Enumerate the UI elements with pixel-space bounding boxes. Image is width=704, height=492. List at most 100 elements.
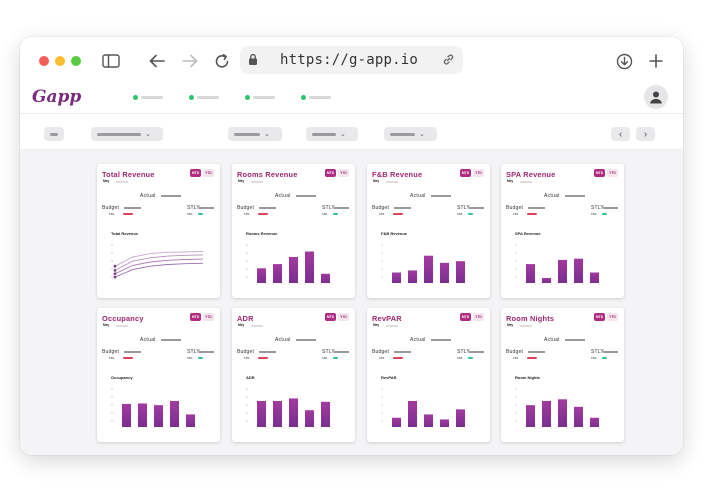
stly-value bbox=[199, 207, 214, 209]
ytd-toggle[interactable]: YTD bbox=[203, 313, 214, 321]
actual-value bbox=[161, 339, 181, 341]
maximize-window-button[interactable] bbox=[71, 56, 81, 66]
chevron-down-icon: ⌄ bbox=[264, 130, 270, 138]
budget-label: Budget bbox=[102, 205, 120, 211]
period-selector[interactable]: Mey bbox=[237, 323, 263, 329]
back-arrow-icon[interactable] bbox=[147, 51, 167, 71]
chevron-left-icon: ‹ bbox=[618, 128, 623, 140]
period-selector[interactable]: Mey bbox=[102, 179, 128, 185]
actual-label: Actual bbox=[544, 337, 560, 343]
stly-tag: KBF bbox=[591, 212, 597, 216]
stly-value bbox=[334, 207, 349, 209]
period-toggle: MTD YTD bbox=[190, 169, 214, 177]
close-window-button[interactable] bbox=[39, 56, 49, 66]
mtd-toggle[interactable]: MTD bbox=[594, 313, 605, 321]
ytd-toggle[interactable]: YTD bbox=[338, 169, 349, 177]
ytd-toggle[interactable]: YTD bbox=[473, 313, 484, 321]
stly-variance-bar bbox=[198, 357, 203, 359]
filter-dropdown[interactable]: ⌄ bbox=[306, 127, 358, 141]
budget-label: Budget bbox=[506, 349, 524, 355]
ytd-toggle[interactable]: YTD bbox=[607, 313, 618, 321]
budget-tag: KBF bbox=[379, 356, 385, 360]
chart-bar bbox=[542, 400, 551, 427]
chevron-down-icon: ⌄ bbox=[419, 130, 425, 138]
ytd-toggle[interactable]: YTD bbox=[607, 169, 618, 177]
card-title: SPA Revenue bbox=[506, 170, 556, 179]
download-icon[interactable] bbox=[614, 51, 634, 71]
mtd-toggle[interactable]: MTD bbox=[325, 169, 336, 177]
kpi-card[interactable]: RevPAR Mey MTD YTD Actual Budget STLY KB… bbox=[367, 308, 490, 442]
new-tab-plus-icon[interactable] bbox=[646, 51, 666, 71]
app-logo[interactable]: Gapp bbox=[32, 87, 81, 107]
mtd-toggle[interactable]: MTD bbox=[190, 313, 201, 321]
mtd-toggle[interactable]: MTD bbox=[325, 313, 336, 321]
filter-dropdown[interactable]: ⌄ bbox=[228, 127, 282, 141]
ytd-toggle[interactable]: YTD bbox=[473, 169, 484, 177]
filter-dropdown[interactable]: ⌄ bbox=[384, 127, 437, 141]
kpi-card[interactable]: Rooms Revenue Mey MTD YTD Actual Budget … bbox=[232, 164, 355, 298]
reload-icon[interactable] bbox=[212, 51, 232, 71]
kpi-card[interactable]: Room Nights Mey MTD YTD Actual Budget ST… bbox=[501, 308, 624, 442]
link-icon[interactable] bbox=[442, 53, 455, 71]
mini-chart bbox=[381, 244, 465, 283]
period-selector[interactable]: Mey bbox=[372, 323, 398, 329]
mini-chart bbox=[246, 388, 330, 427]
stly-variance-bar bbox=[602, 357, 607, 359]
forward-arrow-icon[interactable] bbox=[180, 51, 200, 71]
period-selector[interactable]: Mey bbox=[506, 323, 532, 329]
ytd-toggle[interactable]: YTD bbox=[338, 313, 349, 321]
period-toggle: MTD YTD bbox=[325, 313, 349, 321]
stly-value bbox=[199, 351, 214, 353]
budget-value bbox=[124, 351, 141, 353]
budget-value bbox=[528, 207, 545, 209]
budget-value bbox=[259, 207, 276, 209]
mtd-toggle[interactable]: MTD bbox=[594, 169, 605, 177]
status-indicator[interactable] bbox=[245, 95, 281, 101]
chart-bar bbox=[305, 251, 314, 283]
period-selector[interactable]: Mey bbox=[506, 179, 532, 185]
filter-dropdown[interactable]: ⌄ bbox=[91, 127, 163, 141]
menu-button[interactable] bbox=[44, 127, 64, 141]
period-selector[interactable]: Mey bbox=[237, 179, 263, 185]
stly-variance-bar bbox=[198, 213, 203, 215]
stly-tag: KBF bbox=[457, 212, 463, 216]
user-avatar-icon[interactable] bbox=[644, 85, 668, 109]
kpi-card[interactable]: Occupancy Mey MTD YTD Actual Budget STLY… bbox=[97, 308, 220, 442]
kpi-card[interactable]: ADR Mey MTD YTD Actual Budget STLY KBF K… bbox=[232, 308, 355, 442]
budget-label: Budget bbox=[237, 349, 255, 355]
budget-tag: KBF bbox=[513, 356, 519, 360]
budget-label: Budget bbox=[237, 205, 255, 211]
actual-label: Actual bbox=[410, 193, 426, 199]
budget-value bbox=[259, 351, 276, 353]
kpi-card[interactable]: Total Revenue Mey MTD YTD Actual Budget … bbox=[97, 164, 220, 298]
status-indicator[interactable] bbox=[301, 95, 337, 101]
mini-chart bbox=[515, 244, 599, 283]
chart-bar bbox=[273, 400, 282, 427]
address-bar[interactable]: https://g-app.io bbox=[240, 46, 463, 74]
budget-value bbox=[394, 351, 411, 353]
minimize-window-button[interactable] bbox=[55, 56, 65, 66]
mtd-toggle[interactable]: MTD bbox=[460, 313, 471, 321]
card-title: Rooms Revenue bbox=[237, 170, 298, 179]
status-indicator[interactable] bbox=[189, 95, 225, 101]
kpi-card[interactable]: SPA Revenue Mey MTD YTD Actual Budget ST… bbox=[501, 164, 624, 298]
previous-page-button[interactable]: ‹ bbox=[611, 127, 630, 141]
kpi-card[interactable]: F&B Revenue Mey MTD YTD Actual Budget ST… bbox=[367, 164, 490, 298]
chart-bar bbox=[321, 273, 330, 283]
card-title: ADR bbox=[237, 314, 254, 323]
chart-bar bbox=[424, 414, 433, 427]
mtd-toggle[interactable]: MTD bbox=[190, 169, 201, 177]
budget-label: Budget bbox=[102, 349, 120, 355]
actual-value bbox=[565, 195, 585, 197]
period-selector[interactable]: Mey bbox=[102, 323, 128, 329]
sidebar-toggle-icon[interactable] bbox=[101, 51, 121, 71]
stly-tag: KBF bbox=[322, 212, 328, 216]
ytd-toggle[interactable]: YTD bbox=[203, 169, 214, 177]
stly-tag: KBF bbox=[457, 356, 463, 360]
url-text: https://g-app.io bbox=[280, 52, 419, 68]
stly-value bbox=[334, 351, 349, 353]
next-page-button[interactable]: › bbox=[636, 127, 655, 141]
period-selector[interactable]: Mey bbox=[372, 179, 398, 185]
mtd-toggle[interactable]: MTD bbox=[460, 169, 471, 177]
status-indicator[interactable] bbox=[133, 95, 169, 101]
